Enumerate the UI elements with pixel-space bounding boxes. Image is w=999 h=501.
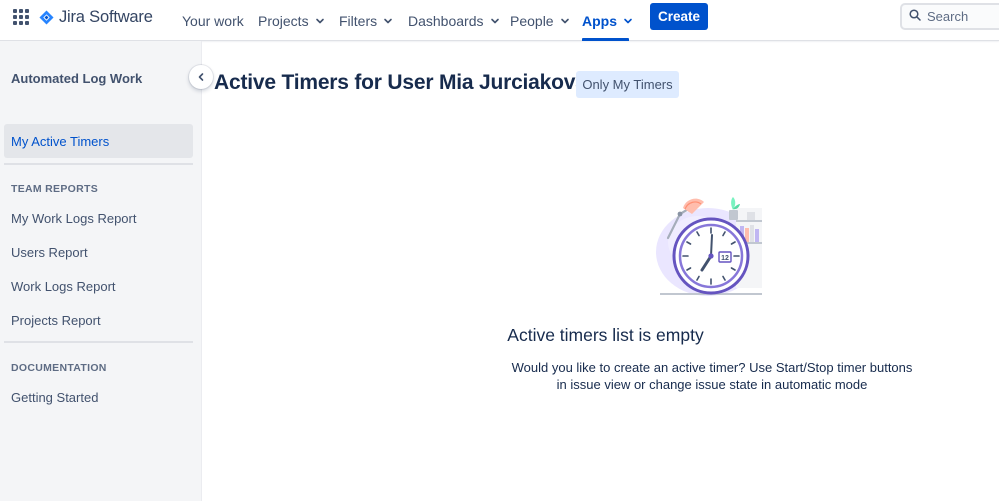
chevron-down-icon bbox=[315, 16, 325, 26]
logo-text: Jira Software bbox=[59, 7, 153, 26]
nav-people[interactable]: People bbox=[510, 0, 570, 41]
chevron-down-icon bbox=[490, 16, 500, 26]
empty-state-line-1: Would you like to create an active timer… bbox=[511, 360, 913, 375]
empty-state-title: Active timers list is empty bbox=[507, 325, 704, 345]
sidebar-item-label: Work Logs Report bbox=[11, 278, 116, 294]
jira-logo[interactable]: Jira Software bbox=[39, 6, 153, 28]
nav-dashboards[interactable]: Dashboards bbox=[408, 0, 500, 41]
sidebar-item-label: My Work Logs Report bbox=[11, 210, 137, 226]
app-switcher-grid-icon[interactable] bbox=[13, 9, 29, 25]
sidebar-collapse-button[interactable] bbox=[189, 65, 213, 89]
sidebar-heading-team-reports: TEAM REPORTS bbox=[11, 183, 99, 195]
clock-date-badge: 12 bbox=[721, 255, 729, 262]
nav-filters[interactable]: Filters bbox=[339, 0, 393, 41]
nav-filters-label: Filters bbox=[339, 12, 378, 29]
search-icon bbox=[909, 8, 921, 26]
sidebar-title: Automated Log Work bbox=[11, 71, 143, 86]
nav-projects[interactable]: Projects bbox=[258, 0, 325, 41]
create-button[interactable]: Create bbox=[650, 3, 708, 30]
nav-dashboards-label: Dashboards bbox=[408, 12, 484, 29]
sidebar-item-label: My Active Timers bbox=[11, 133, 110, 149]
nav-apps[interactable]: Apps bbox=[582, 0, 632, 41]
top-navigation: Jira Software Your work Projects Filters… bbox=[0, 0, 999, 41]
search-box[interactable] bbox=[900, 3, 999, 30]
sidebar-item-my-active-timers[interactable]: My Active Timers bbox=[4, 124, 193, 158]
clock-illustration: 12 bbox=[650, 190, 770, 302]
page-title: Active Timers for User Mia Jurciakova bbox=[214, 71, 587, 94]
sidebar-divider bbox=[4, 341, 193, 343]
search-input[interactable] bbox=[927, 9, 999, 24]
sidebar-item-users-report[interactable]: Users Report bbox=[4, 235, 193, 269]
sidebar-divider bbox=[4, 163, 193, 165]
empty-state-description: Would you like to create an active timer… bbox=[500, 359, 924, 393]
chevron-down-icon bbox=[560, 16, 570, 26]
nav-projects-label: Projects bbox=[258, 12, 309, 29]
sidebar-item-getting-started[interactable]: Getting Started bbox=[4, 380, 193, 414]
only-my-timers-button[interactable]: Only My Timers bbox=[576, 71, 679, 98]
chevron-down-icon bbox=[383, 16, 393, 26]
sidebar-item-work-logs-report[interactable]: Work Logs Report bbox=[4, 269, 193, 303]
chevron-left-icon bbox=[198, 73, 204, 81]
empty-state-line-2: in issue view or change issue state in a… bbox=[556, 377, 868, 392]
sidebar-item-label: Users Report bbox=[11, 244, 88, 260]
jira-diamond-icon bbox=[39, 9, 54, 25]
sidebar-item-my-work-logs-report[interactable]: My Work Logs Report bbox=[4, 201, 193, 235]
sidebar-item-label: Projects Report bbox=[11, 312, 101, 328]
nav-your-work[interactable]: Your work bbox=[182, 0, 244, 41]
nav-your-work-label: Your work bbox=[182, 12, 244, 29]
sidebar-item-projects-report[interactable]: Projects Report bbox=[4, 303, 193, 337]
sidebar-item-label: Getting Started bbox=[11, 389, 99, 405]
nav-people-label: People bbox=[510, 12, 554, 29]
sidebar-heading-documentation: DOCUMENTATION bbox=[11, 362, 107, 374]
chevron-down-icon bbox=[623, 16, 633, 26]
nav-apps-label: Apps bbox=[582, 12, 617, 29]
sidebar: Automated Log Work My Active Timers TEAM… bbox=[0, 41, 202, 501]
